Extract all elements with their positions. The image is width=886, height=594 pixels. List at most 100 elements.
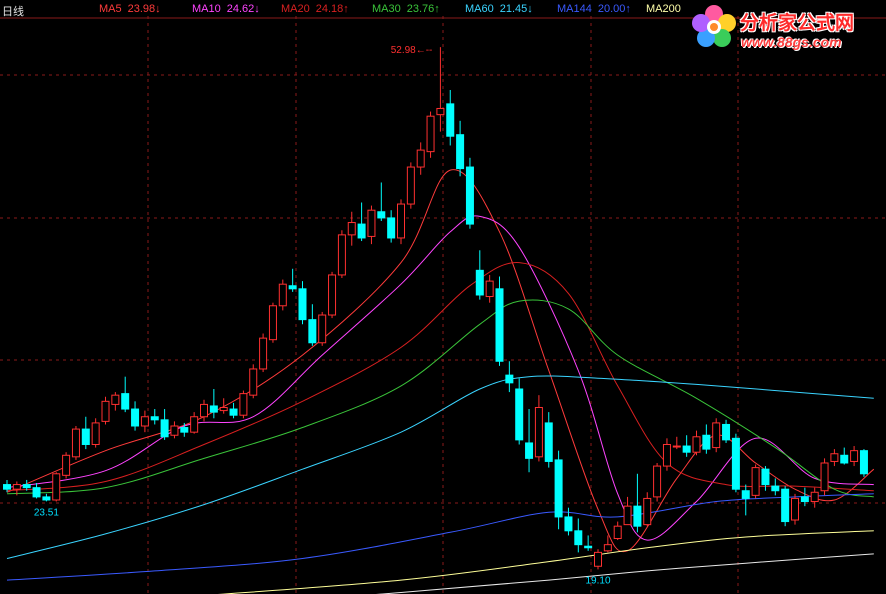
ma-legend-ma60: MA60 21.45↓ — [465, 3, 533, 15]
candle-body — [397, 203, 405, 239]
candle-79 — [781, 486, 790, 527]
candle-body — [357, 223, 366, 239]
candle-76 — [751, 464, 760, 499]
candle-body — [219, 406, 228, 412]
candle-69 — [682, 435, 691, 457]
candle-body — [52, 473, 61, 501]
candle-body — [12, 484, 21, 490]
candle-58 — [574, 518, 583, 553]
candles — [3, 47, 868, 570]
candle-51 — [505, 361, 514, 393]
candle-body — [337, 234, 346, 276]
logo-url[interactable]: www.88gs.com — [741, 34, 842, 50]
candle-body — [42, 496, 51, 501]
ma-legend-ma20: MA20 24.18↑ — [281, 3, 349, 15]
candle-body — [859, 450, 868, 475]
candle-53 — [525, 409, 534, 473]
candle-body — [613, 525, 622, 540]
candle-5 — [52, 472, 61, 502]
candle-body — [456, 134, 465, 170]
chart-grid — [0, 16, 886, 594]
candle-body — [554, 459, 563, 518]
candle-36 — [357, 202, 366, 242]
candle-body — [328, 274, 337, 316]
candle-70 — [692, 430, 701, 456]
candle-body — [731, 437, 740, 490]
candle-body — [653, 465, 662, 498]
candle-68 — [672, 436, 681, 450]
candle-13 — [131, 401, 140, 431]
candle-body — [318, 314, 327, 344]
candle-body — [751, 467, 760, 496]
candle-body — [791, 497, 799, 521]
candle-body — [820, 462, 829, 492]
ma-name: MA144 — [557, 3, 592, 15]
candle-body — [387, 217, 396, 239]
candle-body — [140, 416, 149, 427]
candle-32 — [318, 311, 327, 346]
candle-body — [525, 442, 534, 459]
candle-6 — [62, 452, 71, 479]
candle-body — [71, 428, 80, 458]
ma-legend-ma30: MA30 23.76↑ — [372, 3, 440, 15]
candle-body — [672, 445, 681, 448]
candle-82 — [810, 487, 819, 508]
ma-name: MA5 — [99, 3, 122, 15]
candle-body — [249, 368, 258, 396]
candle-body — [633, 505, 642, 527]
candle-85 — [840, 447, 849, 465]
candle-body — [761, 468, 770, 486]
candle-42 — [416, 142, 425, 175]
candle-23 — [229, 402, 238, 419]
ma-line-ma30 — [6, 299, 874, 498]
candle-46 — [456, 120, 465, 177]
candle-body — [741, 490, 750, 499]
candle-body — [603, 544, 612, 552]
candle-body — [111, 394, 120, 405]
candle-73 — [722, 419, 731, 443]
candle-34 — [337, 230, 346, 279]
candle-body — [22, 484, 31, 489]
candle-body — [268, 305, 277, 341]
candle-48 — [475, 250, 484, 300]
candle-9 — [91, 418, 100, 448]
ma-name: MA60 — [465, 3, 494, 15]
ma-legend-ma200: MA200 — [646, 3, 681, 15]
candle-body — [3, 484, 11, 490]
candle-body — [495, 288, 504, 362]
candle-66 — [653, 462, 662, 502]
ma-line-ma200 — [217, 530, 874, 594]
candle-52 — [515, 378, 524, 445]
ma-value: 23.76↑ — [406, 3, 440, 15]
candle-33 — [328, 271, 337, 319]
candle-4 — [42, 493, 51, 502]
ma-line-ma60 — [6, 375, 874, 559]
candle-78 — [771, 478, 780, 496]
candlestick-chart[interactable]: 52.98←-- 23.51 19.10 — [0, 0, 886, 594]
candle-body — [702, 434, 711, 450]
candle-11 — [111, 392, 120, 411]
annotation-low-1: 23.51 — [34, 507, 59, 518]
candle-54 — [534, 395, 543, 462]
candle-87 — [859, 449, 868, 477]
candle-body — [662, 443, 671, 467]
candle-49 — [485, 274, 494, 303]
flower-logo-icon — [692, 5, 736, 47]
candle-body — [131, 408, 140, 427]
candle-21 — [209, 389, 218, 419]
candle-27 — [268, 302, 277, 343]
candle-body — [121, 393, 130, 410]
candle-29 — [288, 268, 297, 292]
ma-name: MA200 — [646, 3, 681, 15]
candle-body — [209, 405, 218, 413]
candle-body — [62, 454, 71, 476]
candle-19 — [190, 412, 199, 434]
candle-body — [426, 115, 435, 153]
ma-value: 24.18↑ — [315, 3, 349, 15]
candle-71 — [702, 424, 711, 454]
candle-body — [584, 545, 593, 549]
ma-name: MA20 — [281, 3, 310, 15]
candle-25 — [249, 364, 258, 399]
candle-body — [259, 337, 268, 370]
ma-value: 23.98↓ — [127, 3, 161, 15]
